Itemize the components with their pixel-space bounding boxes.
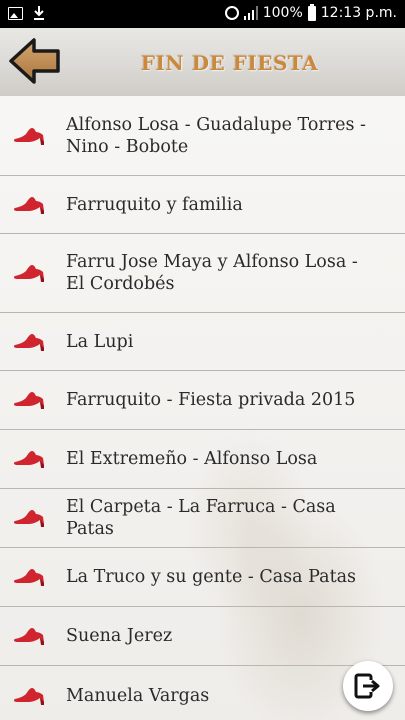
flamenco-shoe-icon — [13, 127, 44, 145]
flamenco-shoe-icon — [13, 687, 44, 705]
item-label: El Extremeño - Alfonso Losa — [66, 449, 318, 469]
item-label: Suena Jerez — [66, 626, 173, 646]
item-label: Manuela Vargas — [66, 685, 210, 706]
list-item[interactable]: La Lupi — [0, 313, 405, 371]
performance-list[interactable]: Alfonso Losa - Guadalupe Torres - Nino -… — [0, 96, 405, 720]
flamenco-shoe-icon — [13, 196, 44, 214]
list-item[interactable]: Farruquito - Fiesta privada 2015 — [0, 371, 405, 430]
list-item[interactable]: Farru Jose Maya y Alfonso Losa - El Cord… — [0, 234, 405, 313]
flamenco-shoe-icon — [13, 569, 44, 586]
list-item[interactable]: Suena Jerez — [0, 607, 405, 666]
app-header: FIN DE FIESTA — [0, 28, 405, 96]
item-label: Alfonso Losa - Guadalupe Torres - Nino -… — [66, 114, 366, 157]
flamenco-shoe-icon — [13, 510, 44, 527]
item-label: La Truco y su gente - Casa Patas — [66, 567, 357, 587]
list-item[interactable]: El Carpeta - La Farruca - Casa Patas — [0, 489, 405, 548]
flamenco-shoe-icon — [13, 392, 44, 409]
flamenco-shoe-icon — [13, 451, 44, 468]
alarm-icon — [224, 6, 239, 20]
exit-icon — [354, 673, 380, 699]
status-bar: 100% 12:13 p.m. — [0, 0, 405, 28]
battery-icon — [307, 3, 316, 21]
battery-percent: 100% — [262, 5, 303, 21]
page-title: FIN DE FIESTA — [140, 51, 319, 75]
flamenco-shoe-icon — [13, 265, 44, 282]
list-item[interactable]: La Truco y su gente - Casa Patas — [0, 548, 405, 607]
list-item[interactable]: El Extremeño - Alfonso Losa — [0, 430, 405, 489]
clock: 12:13 p.m. — [320, 5, 397, 21]
list-item[interactable]: Alfonso Losa - Guadalupe Torres - Nino -… — [0, 96, 405, 176]
signal-icon — [243, 6, 258, 20]
download-icon — [34, 6, 44, 20]
flamenco-shoe-icon — [13, 628, 44, 645]
item-label: La Lupi — [66, 331, 134, 352]
exit-button[interactable] — [343, 661, 393, 711]
flamenco-shoe-icon — [13, 333, 44, 351]
item-label: Farruquito y familia — [66, 194, 243, 215]
item-label: Farruquito - Fiesta privada 2015 — [66, 390, 356, 410]
image-icon — [8, 7, 23, 20]
item-label: El Carpeta - La Farruca - Casa Patas — [66, 497, 336, 539]
list-item[interactable]: Farruquito y familia — [0, 176, 405, 234]
item-label: Farru Jose Maya y Alfonso Losa - El Cord… — [66, 252, 358, 294]
